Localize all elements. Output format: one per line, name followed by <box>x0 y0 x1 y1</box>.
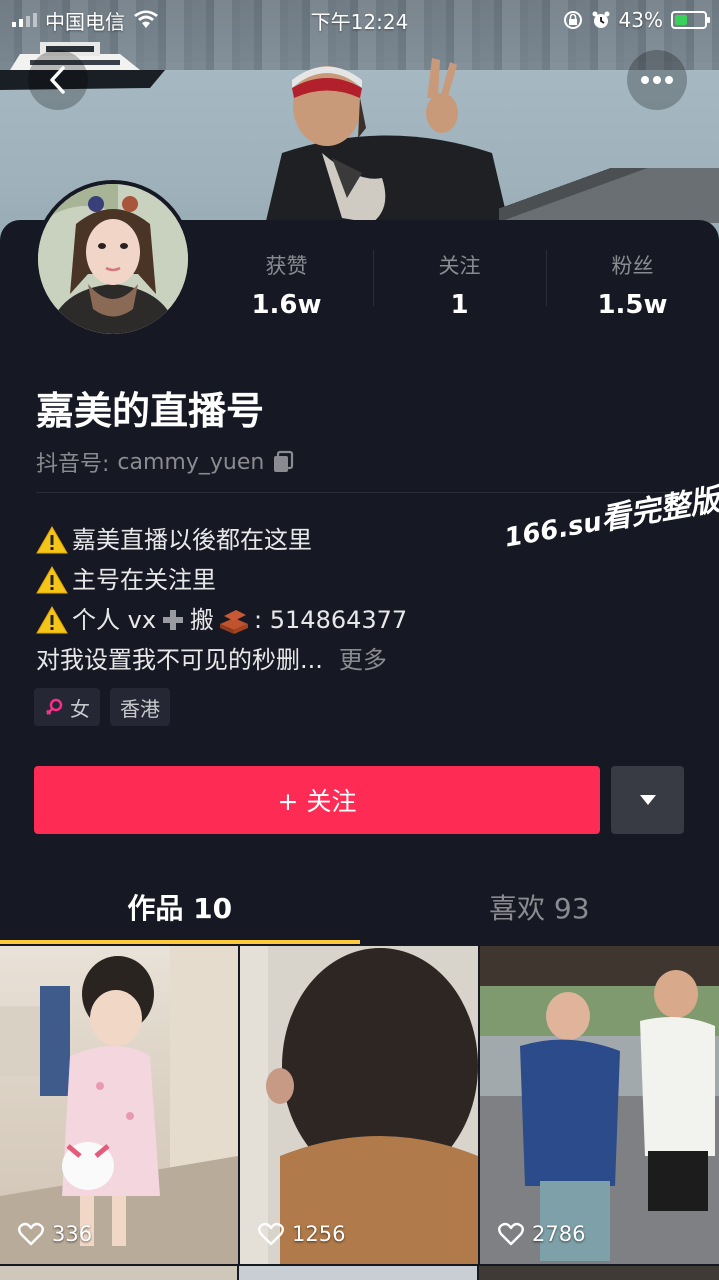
bio-more-link[interactable]: 更多 <box>339 640 387 680</box>
video-thumbnail[interactable]: 2786 <box>480 946 719 1264</box>
video-image <box>0 946 238 1264</box>
stat-label: 粉丝 <box>611 254 654 278</box>
video-thumbnail[interactable] <box>0 1266 238 1280</box>
bio-line: 对我设置我不可见的秒删... <box>36 646 323 674</box>
status-bar: 中国电信 下午12:24 43% <box>0 0 719 40</box>
bio-line: 搬 <box>190 606 215 634</box>
divider <box>36 492 683 493</box>
video-thumbnail[interactable]: 1256 <box>240 946 478 1264</box>
warning-icon <box>36 526 68 554</box>
heart-icon <box>498 1222 524 1246</box>
video-image <box>480 946 719 1264</box>
more-options-button[interactable] <box>627 50 687 110</box>
follow-label: + 关注 <box>277 787 357 816</box>
bio-line: : 514864377 <box>254 606 408 634</box>
plus-icon <box>163 610 184 630</box>
profile-name: 嘉美的直播号 <box>36 389 265 433</box>
warning-icon <box>36 606 68 634</box>
stat-likes[interactable]: 获赞 1.6w <box>200 240 373 320</box>
bio: 嘉美直播以後都在这里 主号在关注里 个人 vx 搬: 514864377 对我… <box>36 520 407 680</box>
status-time: 下午12:24 <box>310 9 409 34</box>
tag-label: 香港 <box>120 696 160 721</box>
warning-icon <box>36 566 68 594</box>
heart-icon <box>258 1222 284 1246</box>
video-likes-count: 2786 <box>532 1222 586 1246</box>
brick-icon <box>220 610 249 634</box>
tag-gender: 女 <box>34 688 100 726</box>
video-likes: 2786 <box>498 1222 585 1246</box>
video-likes: 1256 <box>258 1222 345 1246</box>
tab-likes[interactable]: 喜欢 93 <box>360 870 719 944</box>
video-thumbnail[interactable] <box>239 1266 477 1280</box>
stats-bar: 获赞 1.6w 关注 1 粉丝 1.5w <box>200 240 719 320</box>
content-tabs: 作品 10 喜欢 93 <box>0 870 719 944</box>
douyin-id-value: cammy_yuen <box>117 449 265 475</box>
profile-tags: 女 香港 <box>34 688 170 726</box>
video-thumbnail[interactable] <box>478 1266 719 1280</box>
bio-line: 个人 vx <box>72 606 157 634</box>
avatar[interactable] <box>34 180 192 338</box>
bio-line: 嘉美直播以後都在这里 <box>72 526 312 554</box>
tag-label: 女 <box>70 696 90 721</box>
stat-value: 1.6w <box>251 290 322 320</box>
ellipsis-icon <box>641 76 673 84</box>
back-button[interactable] <box>28 50 88 110</box>
video-likes: 336 <box>18 1222 92 1246</box>
stat-followers[interactable]: 粉丝 1.5w <box>546 240 719 320</box>
stat-label: 获赞 <box>265 254 308 278</box>
douyin-id[interactable]: 抖音号: cammy_yuen <box>36 446 294 478</box>
video-likes-count: 336 <box>52 1222 93 1246</box>
douyin-id-label: 抖音号: <box>36 452 110 477</box>
video-grid-next-row <box>0 1266 719 1280</box>
copy-icon[interactable] <box>272 450 294 474</box>
person-image <box>262 58 512 238</box>
stat-following[interactable]: 关注 1 <box>373 240 546 320</box>
recommend-dropdown-button[interactable] <box>611 766 684 834</box>
battery-icon <box>671 11 710 29</box>
heart-icon <box>18 1222 44 1246</box>
follow-button[interactable]: + 关注 <box>34 766 600 834</box>
video-grid: 336 1256 2786 <box>0 946 719 1264</box>
video-likes-count: 1256 <box>292 1222 346 1246</box>
avatar-image <box>38 184 188 334</box>
stat-label: 关注 <box>438 254 481 278</box>
bio-line: 主号在关注里 <box>72 566 216 594</box>
video-image <box>240 946 478 1264</box>
video-thumbnail[interactable]: 336 <box>0 946 238 1264</box>
tag-location: 香港 <box>110 688 170 726</box>
caret-down-icon <box>639 795 656 805</box>
stat-value: 1.5w <box>597 290 668 320</box>
tab-works[interactable]: 作品 10 <box>0 870 360 944</box>
stat-value: 1 <box>450 290 469 320</box>
chevron-left-icon <box>50 66 65 94</box>
profile-screen: 中国电信 下午12:24 43% 获赞 1.6w 关注 1 粉丝 1.5w 嘉美… <box>0 0 719 1280</box>
female-icon <box>46 698 63 715</box>
